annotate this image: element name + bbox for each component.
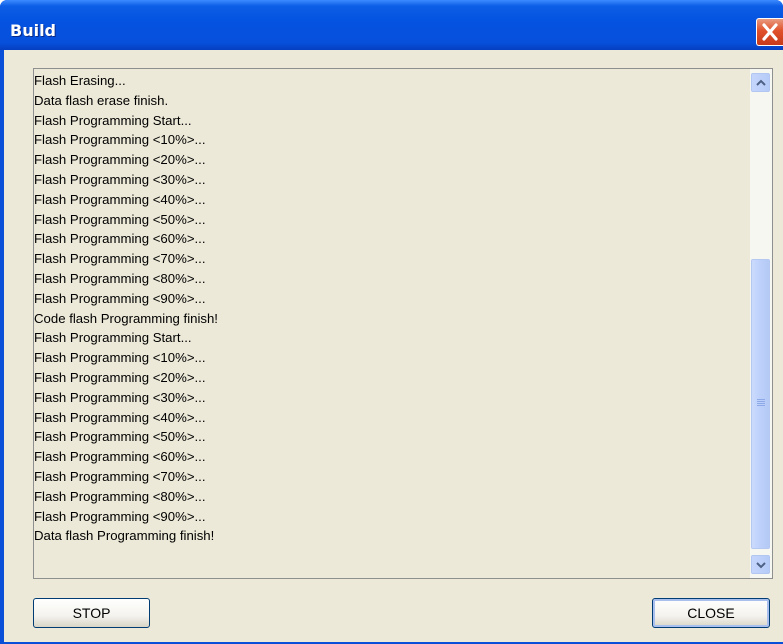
dialog-body: Flash Erasing... Data flash erase finish.… — [4, 50, 783, 644]
close-x-icon — [762, 23, 778, 41]
log-line: Flash Programming Start... — [34, 112, 192, 128]
window-title: Build — [10, 21, 57, 40]
scroll-thumb[interactable] — [751, 259, 770, 549]
log-line: Flash Programming <30%>... — [34, 389, 206, 405]
close-button[interactable]: CLOSE — [652, 598, 770, 628]
thumb-grip — [757, 399, 765, 400]
build-log[interactable]: Flash Erasing... Data flash erase finish.… — [33, 68, 773, 579]
vertical-scrollbar[interactable] — [750, 69, 772, 578]
log-line: Flash Programming <50%>... — [34, 429, 206, 445]
build-dialog: Build Flash Erasing... Data flash erase f… — [0, 0, 783, 644]
log-line: Flash Programming <10%>... — [34, 132, 206, 148]
log-line: Flash Programming <90%>... — [34, 508, 206, 524]
title-bar[interactable]: Build — [0, 0, 783, 50]
log-line: Flash Erasing... — [34, 73, 126, 88]
log-line: Flash Programming <20%>... — [34, 369, 206, 385]
window-close-button[interactable] — [756, 18, 783, 46]
log-line: Flash Programming <60%>... — [34, 449, 206, 465]
stop-button[interactable]: STOP — [33, 598, 150, 628]
log-line: Flash Programming <90%>... — [34, 290, 206, 306]
chevron-down-icon — [756, 562, 766, 569]
scroll-down-button[interactable] — [751, 555, 770, 574]
log-line: Flash Programming Start... — [34, 330, 192, 346]
log-line: Flash Programming <30%>... — [34, 171, 206, 187]
log-lines: Flash Erasing... Data flash erase finish.… — [34, 69, 748, 578]
thumb-grip — [757, 403, 765, 404]
log-line: Data flash erase finish. — [34, 92, 169, 108]
scroll-up-button[interactable] — [751, 73, 770, 92]
thumb-grip — [757, 405, 765, 406]
log-line: Flash Programming <40%>... — [34, 409, 206, 425]
log-line: Flash Programming <80%>... — [34, 270, 206, 286]
log-line: Flash Programming <40%>... — [34, 191, 206, 207]
thumb-grip — [757, 401, 765, 402]
log-line: Flash Programming <80%>... — [34, 488, 206, 504]
log-line: Code flash Programming finish! — [34, 310, 218, 326]
log-line: Flash Programming <60%>... — [34, 231, 206, 247]
log-line: Flash Programming <70%>... — [34, 468, 206, 484]
log-line: Flash Programming <70%>... — [34, 251, 206, 267]
log-line: Flash Programming <10%>... — [34, 350, 206, 366]
chevron-up-icon — [756, 79, 766, 86]
log-line: Flash Programming <50%>... — [34, 211, 206, 227]
log-line: Data flash Programming finish! — [34, 528, 215, 544]
log-line: Flash Programming <20%>... — [34, 152, 206, 168]
